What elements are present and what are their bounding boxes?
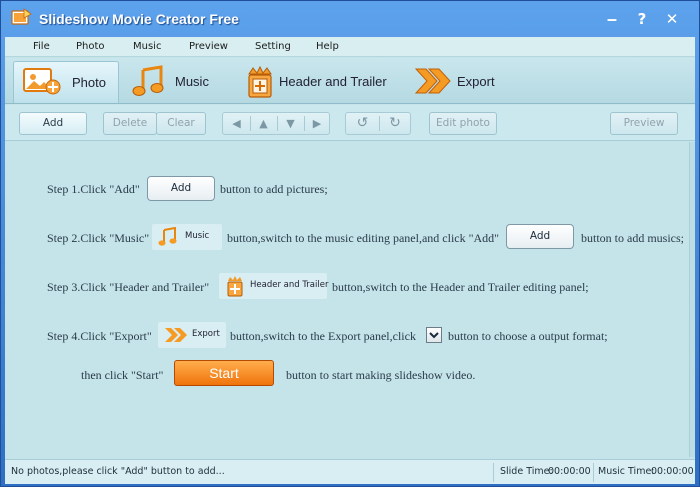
slide-time-label: Slide Time: [500,466,553,477]
rotate-left-icon[interactable]: ↺ [346,113,379,134]
photo-toolbar: Add Delete Clear ◀ ▲ ▼ ▶ ↺ ↻ Edit photo … [5,105,695,141]
divider [493,463,494,482]
delete-button[interactable]: Delete [103,112,157,135]
export-arrows-icon [164,326,190,347]
step4-suffix: button to choose a output format; [448,329,608,343]
music-time-value: 00:00:00 [651,466,694,477]
tab-export-label: Export [457,74,495,89]
tab-header-trailer-label: Header and Trailer [279,74,387,89]
minimize-button[interactable]: ‒ [601,9,623,29]
client-area: File Photo Music Preview Setting Help Ph… [5,37,695,484]
music-notes-icon [131,65,171,100]
close-button[interactable]: ✕ [661,9,683,29]
music-time-label: Music Time: [598,466,655,477]
step3-text: Step 3.Click "Header and Trailer" [47,280,210,294]
add-button[interactable]: Add [19,112,87,135]
menu-help[interactable]: Help [316,41,339,52]
step2-add-button[interactable]: Add [506,224,574,249]
step4-middle: button,switch to the Export panel,click [230,329,416,343]
step2-chip-label: Music [185,231,210,241]
step5-text: then click "Start" [81,368,164,382]
arrow-up-icon[interactable]: ▲ [250,113,277,134]
move-button-group: ◀ ▲ ▼ ▶ [222,112,330,135]
window-title: Slideshow Movie Creator Free [39,11,239,27]
photo-add-icon [22,66,62,101]
title-bar[interactable]: Slideshow Movie Creator Free ‒ ? ✕ [1,1,699,37]
menu-bar: File Photo Music Preview Setting Help [5,37,695,57]
preview-button[interactable]: Preview [610,112,678,135]
step3-suffix: button,switch to the Header and Trailer … [332,280,589,294]
menu-photo[interactable]: Photo [76,41,105,52]
tab-music[interactable]: Music [125,61,221,103]
export-arrows-icon [413,65,453,100]
step2-middle: button,switch to the music editing panel… [227,231,500,245]
clear-button[interactable]: Clear [156,112,206,135]
step2-suffix: button to add musics; [581,231,684,245]
status-message: No photos,please click "Add" button to a… [11,466,225,477]
tab-header-trailer[interactable]: Header and Trailer [239,61,399,103]
rotate-button-group: ↺ ↻ [345,112,411,135]
step4-chip-label: Export [192,329,220,339]
step2-music-chip[interactable]: Music [152,224,222,250]
app-window: Slideshow Movie Creator Free ‒ ? ✕ File … [0,0,700,487]
arrow-left-icon[interactable]: ◀ [223,113,250,134]
step3-header-trailer-chip[interactable]: Header and Trailer [219,273,329,300]
menu-music[interactable]: Music [133,41,161,52]
vertical-scrollbar[interactable] [689,142,695,457]
main-tabs: Photo Music Header and Trailer Export [5,58,695,104]
menu-setting[interactable]: Setting [255,41,291,52]
tab-export[interactable]: Export [409,61,509,103]
rotate-right-icon[interactable]: ↻ [379,113,411,134]
header-trailer-icon [245,65,275,102]
chevron-down-icon[interactable] [426,327,442,343]
step4-text: Step 4.Click "Export" [47,329,152,343]
status-bar: No photos,please click "Add" button to a… [5,459,695,484]
step5-suffix: button to start making slideshow video. [286,368,476,382]
help-button[interactable]: ? [631,9,653,29]
step4-export-chip[interactable]: Export [158,322,226,348]
app-logo-icon [10,8,32,28]
step2-text: Step 2.Click "Music" [47,231,150,245]
music-notes-icon [158,226,180,250]
step3-chip-label: Header and Trailer [250,280,329,290]
instructions-panel: Step 1.Click "Add" Add button to add pic… [5,142,689,457]
header-trailer-icon [225,275,245,300]
slide-time-value: 00:00:00 [548,466,591,477]
menu-preview[interactable]: Preview [189,41,228,52]
step1-text: Step 1.Click "Add" [47,182,140,196]
arrow-right-icon[interactable]: ▶ [304,113,330,134]
divider [593,463,594,482]
tab-photo-label: Photo [72,75,106,90]
edit-photo-button[interactable]: Edit photo [429,112,497,135]
tab-music-label: Music [175,74,209,89]
menu-file[interactable]: File [33,41,50,52]
tab-photo[interactable]: Photo [13,61,119,103]
start-button[interactable]: Start [174,360,274,386]
step1-suffix: button to add pictures; [220,182,328,196]
arrow-down-icon[interactable]: ▼ [277,113,304,134]
step1-add-button[interactable]: Add [147,176,215,201]
